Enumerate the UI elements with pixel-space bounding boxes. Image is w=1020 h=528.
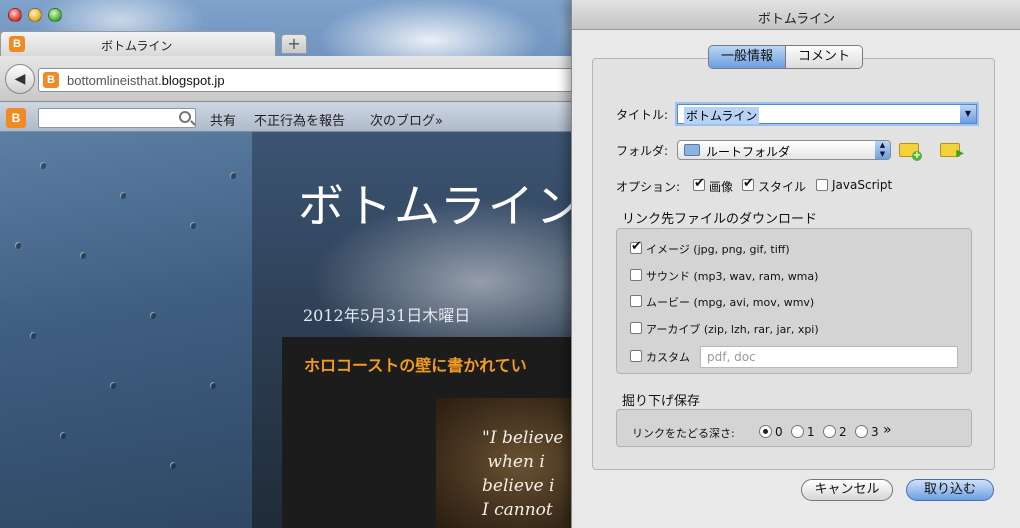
save-page-dialog: ボトムライン 一般情報 コメント タイトル: ボトムライン ▼ フォルダ: ルー… — [571, 0, 1020, 528]
custom-extensions-input[interactable] — [701, 347, 957, 367]
tab-comments[interactable]: コメント — [786, 46, 863, 68]
back-button[interactable]: ◀ — [5, 64, 35, 94]
depth-radio-1[interactable] — [791, 425, 804, 438]
options-label: オプション: — [616, 180, 681, 194]
chevron-down-icon[interactable]: ▼ — [960, 105, 976, 123]
title-combobox[interactable]: ボトムライン ▼ — [677, 104, 977, 124]
new-tab-button[interactable]: + — [281, 34, 307, 54]
tab-title: ボトムライン — [101, 39, 173, 53]
download-heading: リンク先ファイルのダウンロード — [622, 212, 818, 227]
option-javascript-checkbox[interactable] — [816, 179, 828, 191]
option-images-checkbox[interactable] — [693, 176, 705, 191]
folder-popup[interactable]: ルートフォルダ ▲ ▼ — [677, 140, 891, 160]
close-window-button[interactable] — [8, 8, 22, 22]
blog-sidebar-background — [0, 132, 252, 528]
tab-general-info[interactable]: 一般情報 — [709, 46, 787, 68]
post-title[interactable]: ホロコーストの壁に書かれてい — [304, 352, 527, 376]
option-styles-checkbox[interactable] — [742, 176, 754, 191]
share-link[interactable]: 共有 — [210, 110, 236, 129]
import-button[interactable]: 取り込む — [906, 479, 994, 501]
blogger-navbar: B 共有 不正行為を報告 次のブログ» — [0, 102, 575, 132]
download-custom-label: カスタム — [646, 351, 690, 364]
depth-option-2: 2 — [839, 425, 847, 439]
custom-extensions-field[interactable] — [700, 346, 958, 368]
depth-radio-2[interactable] — [823, 425, 836, 438]
download-movies-checkbox[interactable] — [630, 295, 642, 307]
browser-toolbar: ◀ B bottomlineisthat.blogspot.jp — [0, 56, 598, 102]
browser-titlebar — [0, 0, 575, 32]
depth-radio-3[interactable] — [855, 425, 868, 438]
download-archives-checkbox[interactable] — [630, 322, 642, 334]
depth-option-3: 3 — [871, 425, 879, 439]
new-folder-icon[interactable] — [899, 143, 922, 161]
zoom-window-button[interactable] — [48, 8, 62, 22]
back-arrow-icon: ◀ — [14, 71, 26, 87]
download-movies-label: ムービー (mpg, avi, mov, wmv) — [646, 296, 815, 309]
search-icon[interactable] — [179, 111, 191, 123]
download-images-label: イメージ (jpg, png, gif, tiff) — [646, 243, 790, 256]
download-archives-label: アーカイブ (zip, lzh, rar, jar, xpi) — [646, 323, 819, 336]
post-date: 2012年5月31日木曜日 — [303, 306, 471, 325]
option-javascript-label: JavaScript — [832, 178, 893, 192]
blogger-icon: B — [9, 36, 25, 52]
dialog-tabs: 一般情報 コメント — [708, 45, 864, 69]
move-folder-icon[interactable] — [940, 143, 964, 159]
folder-icon — [684, 144, 700, 156]
folder-label: フォルダ: — [616, 144, 669, 158]
blogger-icon: B — [43, 72, 59, 88]
popup-arrows-icon: ▲ ▼ — [875, 141, 890, 159]
next-blog-link[interactable]: 次のブログ» — [370, 110, 443, 129]
post-image-quote: "I believe when i believe i I cannot — [482, 428, 564, 520]
blog-title[interactable]: ボトムライン — [298, 170, 584, 236]
depth-radio-0[interactable] — [759, 425, 772, 438]
option-images-label: 画像 — [709, 180, 734, 194]
address-bar[interactable]: B bottomlineisthat.blogspot.jp — [38, 68, 598, 92]
title-label: タイトル: — [616, 108, 669, 122]
blogger-icon[interactable]: B — [6, 108, 26, 128]
folder-value: ルートフォルダ — [706, 145, 791, 159]
dialog-title: ボトムライン — [757, 12, 836, 27]
report-abuse-link[interactable]: 不正行為を報告 — [254, 110, 345, 129]
browser-tab[interactable]: B ボトムライン — [0, 31, 276, 56]
blog-search-input[interactable] — [38, 108, 196, 128]
option-styles-label: スタイル — [758, 180, 807, 194]
title-value: ボトムライン — [684, 107, 760, 124]
depth-option-1: 1 — [807, 425, 815, 439]
more-depth-button[interactable]: » — [883, 422, 892, 438]
depth-label: リンクをたどる深さ: — [632, 427, 735, 440]
cancel-button[interactable]: キャンセル — [801, 479, 893, 501]
minimize-window-button[interactable] — [28, 8, 42, 22]
depth-option-0: 0 — [775, 425, 783, 439]
deep-save-heading: 掘り下げ保存 — [622, 394, 701, 409]
dialog-titlebar: ボトムライン — [572, 0, 1020, 30]
url-text: bottomlineisthat.blogspot.jp — [67, 73, 225, 88]
download-custom-checkbox[interactable] — [630, 350, 642, 362]
download-sounds-checkbox[interactable] — [630, 269, 642, 281]
download-sounds-label: サウンド (mp3, wav, ram, wma) — [646, 270, 819, 283]
download-images-checkbox[interactable] — [630, 239, 642, 254]
